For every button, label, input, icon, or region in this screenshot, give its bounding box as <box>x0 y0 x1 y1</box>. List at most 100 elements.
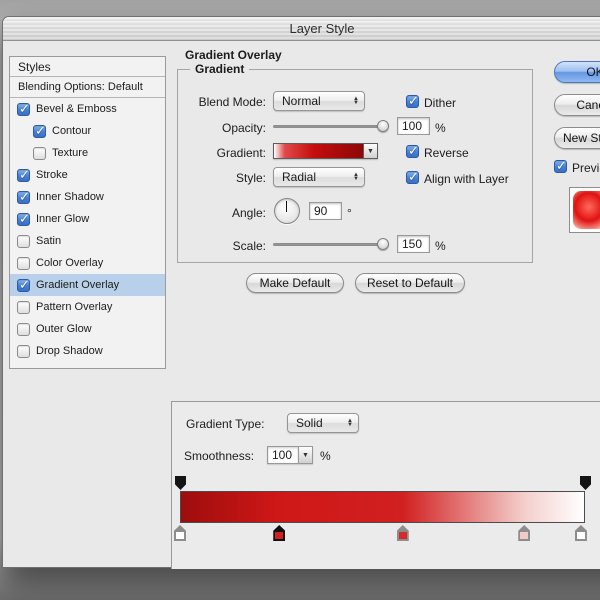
opacity-slider-track <box>273 125 389 128</box>
styles-item-outer-glow[interactable]: Outer Glow <box>10 318 165 340</box>
opacity-input[interactable]: 100 <box>397 117 430 135</box>
stroke-effect-checkbox[interactable] <box>17 167 30 183</box>
gradient-overlay-effect-checkbox[interactable] <box>17 277 30 293</box>
outer-glow-effect-checkbox[interactable] <box>17 322 30 336</box>
styles-item-label: Drop Shadow <box>36 345 103 357</box>
gradient-picker-arrow-icon[interactable]: ▼ <box>364 144 377 158</box>
angle-unit: ° <box>347 206 352 220</box>
style-preview-thumbnail <box>569 187 600 233</box>
page-title: Gradient Overlay <box>185 48 282 62</box>
window-title: Layer Style <box>289 21 355 36</box>
make-default-button[interactable]: Make Default <box>246 273 344 293</box>
styles-item-label: Pattern Overlay <box>36 301 113 313</box>
angle-label: Angle: <box>231 206 266 220</box>
smoothness-combo[interactable]: 100 ▼ <box>267 446 313 464</box>
styles-item-label: Stroke <box>36 169 68 181</box>
angle-value: 90 <box>314 204 328 218</box>
smoothness-label: Smoothness: <box>184 449 255 463</box>
styles-panel: Styles Blending Options: Default Bevel &… <box>9 56 166 369</box>
contour-effect-checkbox[interactable] <box>33 123 46 139</box>
styles-item-bevel-emboss[interactable]: Bevel & Emboss <box>10 98 165 120</box>
preview-label: Preview <box>572 161 600 175</box>
gradient-swatch-fill <box>274 144 364 158</box>
color-stop[interactable] <box>518 525 531 541</box>
gradient-type-dropdown[interactable]: Solid ▲ ▼ <box>287 413 359 433</box>
styles-item-label: Inner Glow <box>36 213 90 225</box>
smoothness-value[interactable]: 100 <box>268 447 298 463</box>
title-bar[interactable]: Layer Style <box>3 17 600 41</box>
cancel-button[interactable]: Cancel <box>554 94 600 116</box>
style-dropdown[interactable]: Radial ▲ ▼ <box>273 167 365 187</box>
align-with-layer-checkbox[interactable] <box>406 169 419 185</box>
scale-slider-thumb[interactable] <box>377 238 389 250</box>
bevel-emboss-effect-checkbox[interactable] <box>17 101 30 117</box>
blend-mode-label: Blend Mode: <box>198 95 266 109</box>
reverse-checkbox[interactable] <box>406 143 419 159</box>
styles-item-gradient-overlay[interactable]: Gradient Overlay <box>10 274 165 296</box>
gradient-bar[interactable] <box>180 491 585 523</box>
styles-item-inner-shadow[interactable]: Inner Shadow <box>10 186 165 208</box>
styles-item-color-overlay[interactable]: Color Overlay <box>10 252 165 274</box>
blending-options-item[interactable]: Blending Options: Default <box>10 77 165 98</box>
new-style-button[interactable]: New Style... <box>554 127 600 149</box>
inner-shadow-effect-checkbox[interactable] <box>17 189 30 205</box>
color-stop-selected[interactable] <box>273 525 286 541</box>
scale-slider[interactable] <box>273 237 389 251</box>
preview-checkbox[interactable] <box>554 158 567 174</box>
smoothness-dropdown-arrow-icon[interactable]: ▼ <box>298 447 312 463</box>
layer-style-dialog: Layer Style Styles Blending Options: Def… <box>2 16 600 569</box>
scale-unit: % <box>435 239 446 253</box>
opacity-value: 100 <box>402 119 423 133</box>
drop-shadow-effect-checkbox[interactable] <box>17 344 30 358</box>
color-overlay-effect-checkbox[interactable] <box>17 256 30 270</box>
popup-arrows-icon: ▲ ▼ <box>347 418 353 428</box>
styles-item-drop-shadow[interactable]: Drop Shadow <box>10 340 165 362</box>
opacity-slider-thumb[interactable] <box>377 120 389 132</box>
gradient-group-label: Gradient <box>190 62 250 76</box>
styles-item-pattern-overlay[interactable]: Pattern Overlay <box>10 296 165 318</box>
gradient-type-value: Solid <box>296 416 323 430</box>
satin-effect-checkbox[interactable] <box>17 234 30 248</box>
style-value: Radial <box>282 170 317 184</box>
color-stop[interactable] <box>396 525 409 541</box>
styles-item-stroke[interactable]: Stroke <box>10 164 165 186</box>
styles-item-texture[interactable]: Texture <box>10 142 165 164</box>
styles-panel-header: Styles <box>10 57 165 77</box>
opacity-stop[interactable] <box>580 476 591 490</box>
smoothness-unit: % <box>320 449 331 463</box>
color-stops-row <box>174 525 587 541</box>
pattern-overlay-effect-checkbox[interactable] <box>17 300 30 314</box>
styles-item-satin[interactable]: Satin <box>10 230 165 252</box>
opacity-stop[interactable] <box>175 476 186 490</box>
style-label: Style: <box>235 171 266 185</box>
angle-input[interactable]: 90 <box>309 202 342 220</box>
color-stop[interactable] <box>574 525 587 541</box>
styles-item-label: Texture <box>52 147 89 159</box>
scale-input[interactable]: 150 <box>397 235 430 253</box>
gradient-label: Gradient: <box>216 146 266 160</box>
styles-item-label: Bevel & Emboss <box>36 103 117 115</box>
blend-mode-dropdown[interactable]: Normal ▲ ▼ <box>273 91 365 111</box>
angle-dial[interactable] <box>274 198 300 224</box>
preview-gradient-blob <box>573 191 600 229</box>
color-stop[interactable] <box>174 525 186 541</box>
ok-button[interactable]: OK <box>554 61 600 83</box>
opacity-unit: % <box>435 121 446 135</box>
texture-effect-checkbox[interactable] <box>33 146 46 160</box>
gradient-swatch-button[interactable]: ▼ <box>273 143 378 159</box>
opacity-slider[interactable] <box>273 119 389 133</box>
gradient-editor-section: Gradient Type: Solid ▲ ▼ Smoothness: 100 … <box>171 401 600 569</box>
dither-label: Dither <box>424 96 457 110</box>
reverse-label: Reverse <box>424 146 469 160</box>
styles-item-label: Outer Glow <box>36 323 92 335</box>
reset-to-default-button[interactable]: Reset to Default <box>355 273 465 293</box>
inner-glow-effect-checkbox[interactable] <box>17 211 30 227</box>
blend-mode-value: Normal <box>282 94 321 108</box>
scale-slider-track <box>273 243 389 246</box>
scale-value: 150 <box>402 237 423 251</box>
angle-dial-needle <box>286 201 287 212</box>
opacity-stops-row <box>175 475 591 490</box>
dither-checkbox[interactable] <box>406 93 419 109</box>
styles-item-contour[interactable]: Contour <box>10 120 165 142</box>
styles-item-inner-glow[interactable]: Inner Glow <box>10 208 165 230</box>
